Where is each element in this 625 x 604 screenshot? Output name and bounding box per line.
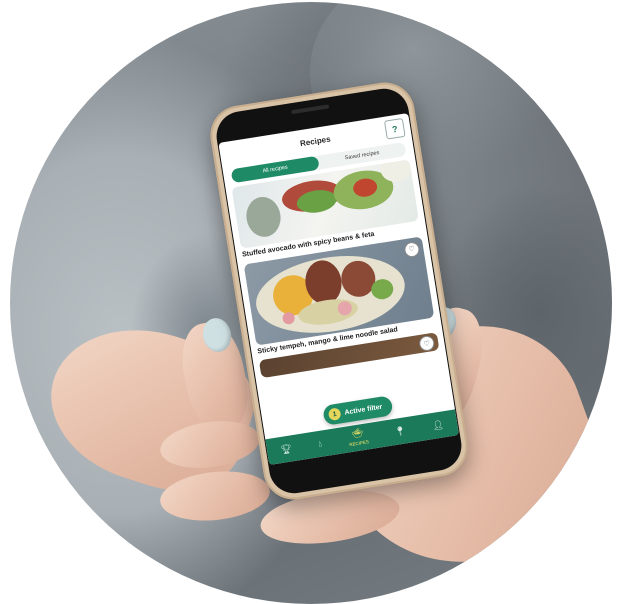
nav-item-drops[interactable]: 💧︎: [317, 438, 323, 449]
app-screen: Recipes ? All recipes Saved recipes Stuf…: [218, 113, 460, 466]
trophy-icon: 🏆︎: [279, 442, 293, 455]
nav-item-trophy[interactable]: 🏆︎: [279, 442, 293, 455]
nav-item-profile[interactable]: 👤︎: [431, 418, 445, 431]
nav-label-recipes: RECIPES: [348, 438, 370, 447]
nav-item-location[interactable]: 📍︎: [393, 424, 407, 437]
food-detail: [243, 194, 284, 240]
page-title: Recipes: [299, 134, 332, 148]
filter-count-badge: 1: [327, 407, 342, 422]
nav-item-recipes[interactable]: 🍲︎ RECIPES: [347, 427, 369, 449]
help-button[interactable]: ?: [383, 117, 406, 140]
profile-icon: 👤︎: [431, 418, 445, 431]
drops-icon: 💧︎: [317, 438, 323, 449]
filter-label: Active filter: [343, 403, 383, 417]
location-pin-icon: 📍︎: [393, 424, 407, 437]
